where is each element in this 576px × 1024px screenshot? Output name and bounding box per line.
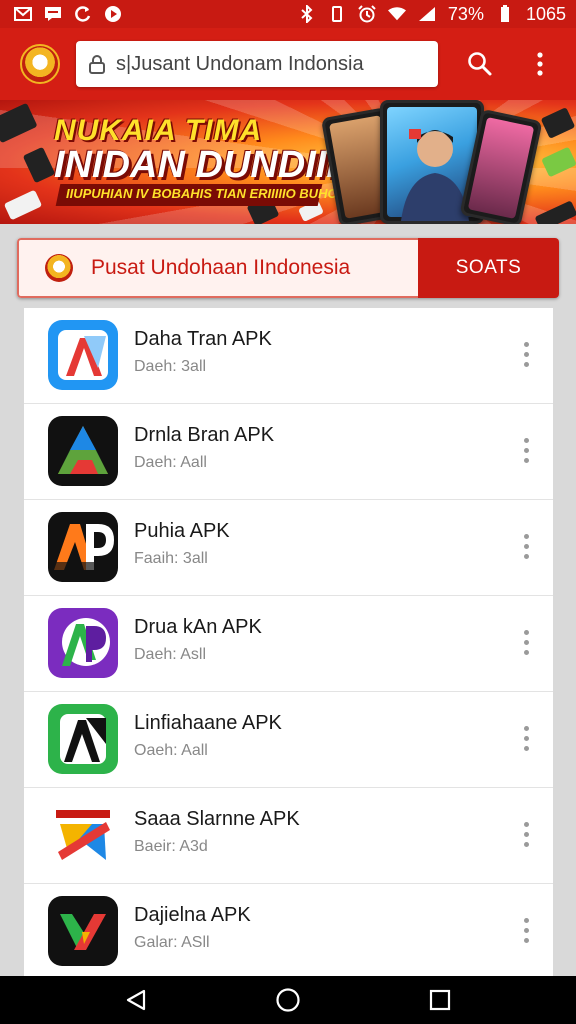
message-icon bbox=[44, 5, 62, 23]
list-item[interactable]: Puhia APK Faaih: 3all bbox=[24, 500, 553, 596]
a-green-logo-icon[interactable] bbox=[48, 704, 118, 774]
banner-headline: NUKAIA TIMA bbox=[54, 114, 263, 147]
site-title: Pusat Undohaan IIndonesia bbox=[91, 256, 351, 279]
a-logo-icon[interactable] bbox=[48, 320, 118, 390]
app-meta: Daeh: Asll bbox=[134, 646, 207, 663]
bluetooth-icon bbox=[298, 5, 316, 23]
more-vert-icon[interactable] bbox=[514, 526, 538, 566]
app-meta: Daeh: 3all bbox=[134, 358, 207, 375]
app-meta: Baeir: A3d bbox=[134, 838, 208, 855]
site-header[interactable]: Pusat Undohaan IIndonesia bbox=[17, 238, 418, 298]
battery-icon bbox=[496, 5, 514, 23]
site-header-card: Pusat Undohaan IIndonesia SOATS bbox=[17, 238, 559, 298]
signal-icon bbox=[418, 5, 436, 23]
banner-subtitle: IIUPUHIAN IV BOBAHIS TIAN ERIIIIIO BUHCA… bbox=[66, 186, 360, 201]
app-name[interactable]: Puhia APK bbox=[134, 520, 230, 543]
more-vert-icon[interactable] bbox=[536, 51, 544, 77]
alarm-icon bbox=[358, 5, 376, 23]
more-vert-icon[interactable] bbox=[514, 622, 538, 662]
record-icon bbox=[104, 5, 122, 23]
list-item[interactable]: Dajielna APK Galar: ASll bbox=[24, 884, 553, 976]
app-meta: Oaeh: Aall bbox=[134, 742, 208, 759]
app-name[interactable]: Daha Tran APK bbox=[134, 328, 272, 351]
list-item[interactable]: Linfiahaane APK Oaeh: Aall bbox=[24, 692, 553, 788]
ap-purple-logo-icon[interactable] bbox=[48, 608, 118, 678]
gmail-icon bbox=[14, 5, 32, 23]
clock: 1065 bbox=[525, 3, 566, 24]
more-vert-icon[interactable] bbox=[514, 814, 538, 854]
more-vert-icon[interactable] bbox=[514, 430, 538, 470]
app-name[interactable]: Linfiahaane APK bbox=[134, 712, 282, 735]
sync-icon bbox=[74, 5, 92, 23]
app-name[interactable]: Drua kAn APK bbox=[134, 616, 262, 639]
system-nav-bar bbox=[0, 976, 576, 1024]
triangle-logo-icon[interactable] bbox=[48, 416, 118, 486]
list-item[interactable]: Daha Tran APK Daeh: 3all bbox=[24, 308, 553, 404]
url-text[interactable]: s|Jusant Undonam Indonsia bbox=[116, 53, 364, 76]
app-name[interactable]: Saaa Slarnne APK bbox=[134, 808, 300, 831]
list-item[interactable]: Saaa Slarnne APK Baeir: A3d bbox=[24, 788, 553, 884]
wifi-icon bbox=[387, 5, 406, 23]
overflow-menu-button[interactable] bbox=[518, 42, 562, 86]
search-icon[interactable] bbox=[467, 51, 493, 77]
home-button[interactable] bbox=[264, 976, 312, 1024]
x-logo-icon[interactable] bbox=[48, 896, 118, 966]
search-button[interactable] bbox=[458, 42, 502, 86]
home-icon[interactable] bbox=[275, 987, 301, 1013]
banner-headline-large: INIDAN DUNDIIL bbox=[54, 144, 350, 186]
recents-button[interactable] bbox=[416, 976, 464, 1024]
more-vert-icon[interactable] bbox=[514, 718, 538, 758]
lock-icon bbox=[89, 55, 105, 74]
vibrate-icon bbox=[328, 5, 346, 23]
app-name[interactable]: Drnla Bran APK bbox=[134, 424, 274, 447]
promo-banner[interactable]: NUKAIA TIMA INIDAN DUNDIIL IIUPUHIAN IV … bbox=[0, 100, 576, 224]
recents-icon[interactable] bbox=[429, 989, 451, 1011]
status-bar: 73% 1065 bbox=[0, 0, 576, 28]
site-action-button[interactable]: SOATS bbox=[418, 238, 559, 298]
app-meta: Faaih: 3all bbox=[134, 550, 208, 567]
list-item[interactable]: Drua kAn APK Daeh: Asll bbox=[24, 596, 553, 692]
back-button[interactable] bbox=[112, 976, 160, 1024]
list-item[interactable]: Drnla Bran APK Daeh: Aall bbox=[24, 404, 553, 500]
app-list: Daha Tran APK Daeh: 3all Drnla Bran APK … bbox=[24, 308, 553, 976]
play-triangle-logo-icon[interactable] bbox=[48, 800, 118, 870]
browser-toolbar: s|Jusant Undonam Indonsia bbox=[0, 28, 576, 100]
ap-logo-icon[interactable] bbox=[48, 512, 118, 582]
app-meta: Daeh: Aall bbox=[134, 454, 207, 471]
site-logo-icon[interactable] bbox=[20, 44, 60, 84]
more-vert-icon[interactable] bbox=[514, 334, 538, 374]
battery-level: 73% bbox=[447, 3, 484, 24]
url-bar[interactable]: s|Jusant Undonam Indonsia bbox=[76, 41, 438, 87]
more-vert-icon[interactable] bbox=[514, 910, 538, 950]
app-meta: Galar: ASll bbox=[134, 934, 210, 951]
site-emblem-icon bbox=[45, 254, 73, 282]
back-icon[interactable] bbox=[124, 988, 148, 1012]
app-name[interactable]: Dajielna APK bbox=[134, 904, 251, 927]
